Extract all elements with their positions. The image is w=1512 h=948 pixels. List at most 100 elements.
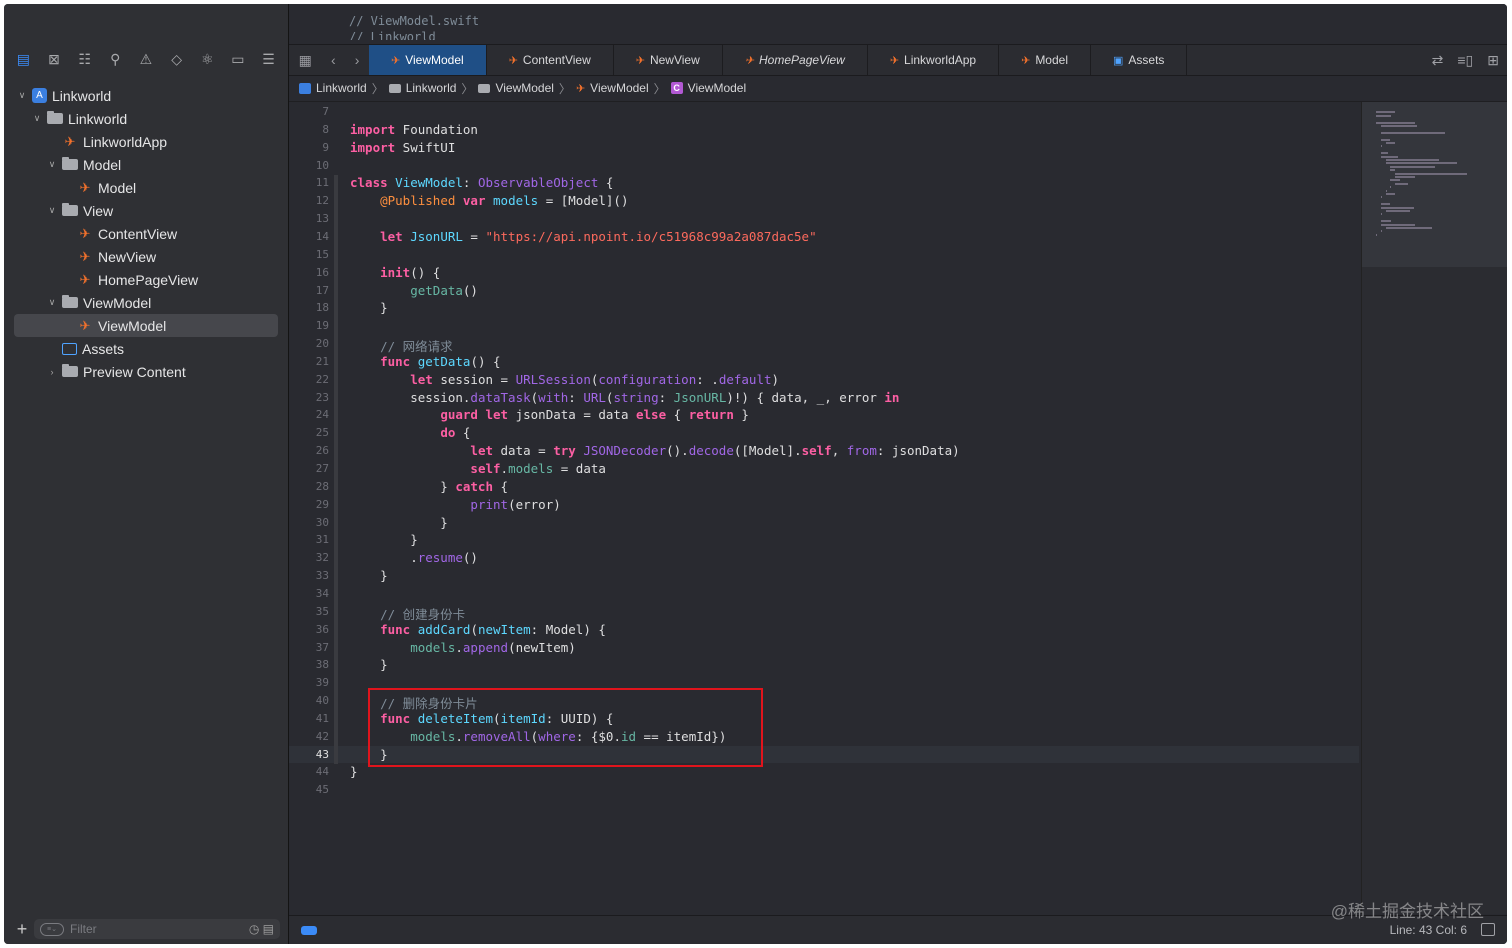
line-number: 8 [322, 122, 329, 136]
code-line[interactable]: self.models = data [350, 461, 605, 476]
debug-icon[interactable]: ⚛ [196, 51, 218, 68]
code-line[interactable]: func addCard(newItem: Model) { [350, 622, 606, 637]
report-icon[interactable]: ☰ [258, 51, 280, 68]
code-line[interactable]: } [350, 515, 448, 530]
code-token: { [493, 478, 509, 494]
code-line[interactable]: } [350, 532, 418, 547]
editor-options: ⇄ ≡▯ ⊞ [1432, 45, 1499, 75]
code-line[interactable]: } [350, 568, 388, 583]
code-line[interactable]: guard let jsonData = data else { return … [350, 407, 749, 422]
minimap-line [1390, 179, 1401, 182]
line-number: 22 [315, 372, 329, 386]
test-icon[interactable]: ◇ [166, 51, 188, 68]
filter-field[interactable]: ≡⌄ Filter ◷ ▤ [34, 919, 280, 939]
code-line[interactable]: } [350, 764, 358, 779]
sidebar-item[interactable]: ✈ NewView [4, 245, 288, 268]
code-token: newItem [477, 621, 531, 637]
sidebar-item[interactable]: ∨ Model [4, 153, 288, 176]
chevron-down-icon[interactable]: ∨ [46, 297, 58, 308]
chevron-down-icon[interactable]: ∨ [46, 159, 58, 170]
code-line[interactable]: init() { [350, 265, 440, 280]
sidebar-item[interactable]: ∨ ViewModel [4, 291, 288, 314]
sidebar-item[interactable]: › Preview Content [4, 360, 288, 383]
code-line[interactable]: // 创建身份卡 [350, 604, 465, 623]
code-line[interactable]: } [350, 300, 388, 315]
tab-label: ContentView [522, 53, 591, 67]
breakpoint-icon[interactable]: ▭ [227, 51, 249, 68]
code-line[interactable]: let session = URLSession(configuration: … [350, 372, 779, 387]
warning-icon[interactable]: ⚠ [135, 51, 157, 68]
back-icon[interactable]: ‹ [331, 52, 336, 68]
sidebar-item[interactable]: ∨ View [4, 199, 288, 222]
sidebar-item[interactable]: Assets [4, 337, 288, 360]
tab-assets[interactable]: ▣ Assets [1091, 45, 1188, 75]
tab-homepageview[interactable]: ✈ HomePageView [723, 45, 868, 75]
code-fold-ribbon[interactable] [334, 175, 338, 765]
sidebar-item[interactable]: ✈ ViewModel [14, 314, 278, 337]
code-line[interactable]: let JsonURL = "https://api.npoint.io/c51… [350, 229, 817, 244]
toggle-panel-icon[interactable] [1481, 923, 1495, 936]
grid-icon[interactable]: ▦ [299, 52, 312, 69]
tab-model[interactable]: ✈ Model [999, 45, 1091, 75]
breadcrumb-item[interactable]: Linkworld [299, 81, 367, 95]
tab-newview[interactable]: ✈ NewView [614, 45, 723, 75]
code-line[interactable]: .resume() [350, 550, 478, 565]
symbol-icon[interactable]: ☷ [74, 51, 96, 68]
code-line[interactable]: func getData() { [350, 354, 500, 369]
code-token: print [470, 496, 509, 512]
line-number: 20 [315, 337, 329, 351]
breadcrumb-item[interactable]: C ViewModel [670, 81, 746, 95]
code-line[interactable]: import SwiftUI [350, 140, 455, 155]
code-line[interactable]: import Foundation [350, 122, 478, 137]
breadcrumb-item[interactable]: Linkworld [388, 81, 456, 95]
search-icon[interactable]: ⚲ [104, 51, 126, 68]
code-line[interactable]: class ViewModel: ObservableObject { [350, 175, 613, 190]
forward-icon[interactable]: › [355, 52, 360, 68]
sidebar-item[interactable]: ∨ A Linkworld [4, 84, 288, 107]
code-line[interactable]: let data = try JSONDecoder().decode([Mod… [350, 443, 959, 459]
recent-files-icon[interactable]: ◷ ▤ [249, 922, 274, 936]
filter-options-icon[interactable]: ≡⌄ [40, 922, 64, 936]
chevron-down-icon[interactable]: ∨ [31, 113, 43, 124]
sidebar-item[interactable]: ✈ Model [4, 176, 288, 199]
debug-area-icon[interactable] [301, 926, 317, 935]
swap-icon[interactable]: ⇄ [1432, 52, 1444, 69]
code-line[interactable]: do { [350, 425, 470, 440]
chevron-right-icon[interactable]: › [46, 367, 58, 377]
code-line[interactable]: // 网络请求 [350, 336, 453, 355]
chevron-down-icon[interactable]: ∨ [16, 90, 28, 101]
breadcrumb-item[interactable]: ViewModel [478, 81, 554, 95]
breadcrumb-item[interactable]: ✈ ViewModel [576, 81, 649, 95]
tab-contentview[interactable]: ✈ ContentView [487, 45, 614, 75]
minimap[interactable] [1361, 102, 1507, 914]
line-number: 17 [315, 283, 329, 297]
chevron-down-icon[interactable]: ∨ [46, 205, 58, 216]
sidebar-item[interactable]: ✈ LinkworldApp [4, 130, 288, 153]
folder-icon[interactable]: ▤ [12, 51, 34, 68]
code-line[interactable]: @Published var models = [Model]() [350, 193, 628, 208]
code-token: with [538, 389, 569, 405]
tab-label: Model [1035, 53, 1068, 67]
sidebar-item[interactable]: ✈ HomePageView [4, 268, 288, 291]
code-token: () [462, 282, 478, 298]
sidebar-item[interactable]: ∨ Linkworld [4, 107, 288, 130]
add-editor-icon[interactable]: ⊞ [1487, 52, 1499, 69]
minimap-line [1380, 230, 1382, 233]
code-line[interactable]: models.append(newItem) [350, 640, 576, 655]
code-line[interactable]: session.dataTask(with: URL(string: JsonU… [350, 390, 899, 405]
code-token: { [455, 425, 471, 441]
tab-viewmodel[interactable]: ✈ ViewModel [369, 45, 487, 75]
code-token: = [Model]() [538, 193, 629, 209]
code-line[interactable]: } [350, 657, 388, 672]
code-line[interactable]: getData() [350, 283, 478, 298]
source-control-icon[interactable]: ⊠ [43, 51, 65, 68]
line-number: 26 [315, 444, 329, 458]
inspector-icon[interactable]: ≡▯ [1457, 52, 1473, 69]
code-line[interactable]: } catch { [350, 479, 508, 494]
project-navigator: ▤ ⊠ ☷ ⚲ ⚠ ◇ ⚛ ▭ ☰ ∨ A Linkworld ∨ Linkworld ✈… [4, 4, 289, 944]
tab-linkworldapp[interactable]: ✈ LinkworldApp [868, 45, 1000, 75]
code-line[interactable]: print(error) [350, 496, 560, 512]
add-icon[interactable]: + [10, 919, 34, 940]
sidebar-item[interactable]: ✈ ContentView [4, 222, 288, 245]
code-token: self [801, 443, 832, 459]
